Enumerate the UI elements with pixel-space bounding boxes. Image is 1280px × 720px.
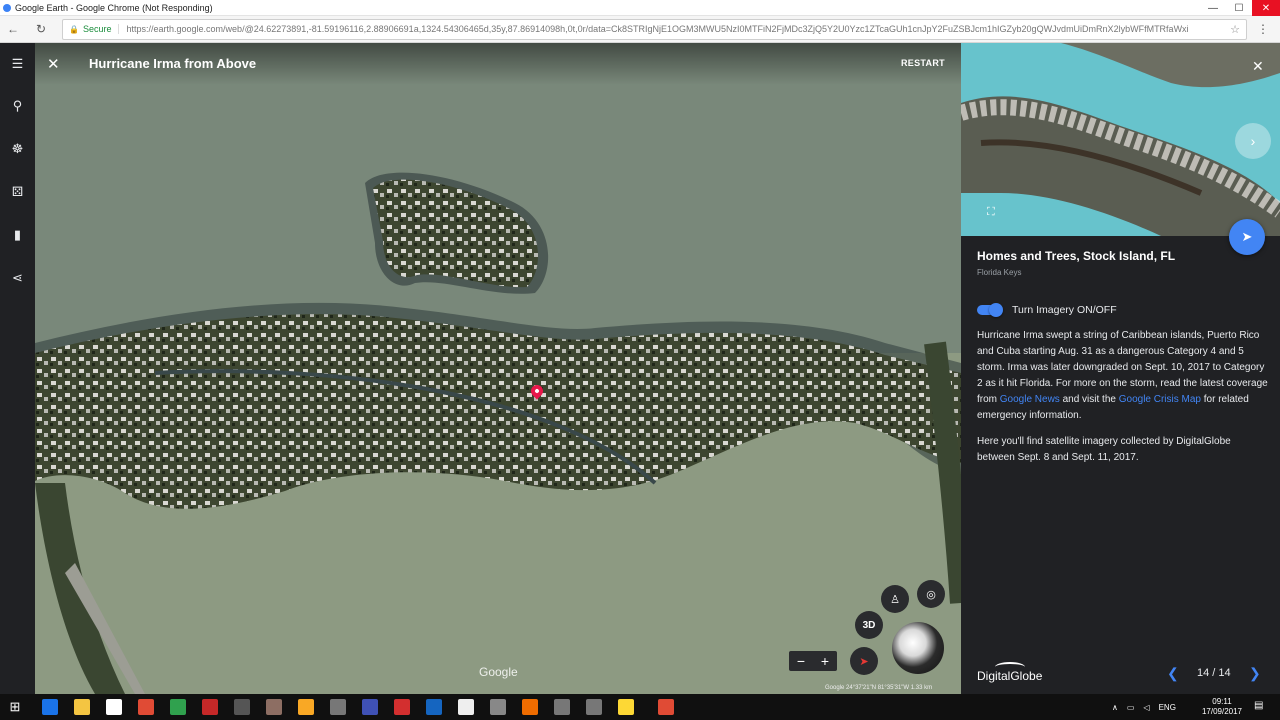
close-card-icon[interactable]: ✕ — [1252, 58, 1264, 75]
windows-start-icon[interactable]: ⊞ — [0, 694, 30, 720]
back-button[interactable]: ← — [4, 22, 22, 36]
menu-icon[interactable]: ☰ — [0, 52, 35, 76]
url-text[interactable]: https://earth.google.com/web/@24.6227389… — [127, 24, 1225, 34]
drive-icon[interactable] — [170, 699, 186, 715]
satellite-imagery — [35, 43, 961, 694]
window-titlebar: Google Earth - Google Chrome (Not Respon… — [0, 0, 1280, 16]
clock-date: 17/09/2017 — [1201, 707, 1243, 716]
card-footer: DigitalGlobe ❮ 14 / 14 ❯ — [961, 653, 1280, 694]
app-icon[interactable] — [266, 699, 282, 715]
restart-button[interactable]: RESTART — [901, 58, 945, 68]
volume-icon[interactable]: ◁ — [1143, 703, 1149, 712]
globe-icon[interactable] — [892, 622, 944, 674]
satellite-map[interactable]: ✕ Hurricane Irma from Above RESTART ♙ ◎ … — [35, 43, 961, 694]
store-icon[interactable] — [106, 699, 122, 715]
clock-time: 09:11 — [1212, 697, 1232, 706]
photo-app-icon[interactable] — [298, 699, 314, 715]
address-bar[interactable]: 🔒 Secure https://earth.google.com/web/@2… — [62, 18, 1247, 40]
app-icon[interactable] — [330, 699, 346, 715]
minimize-button[interactable]: — — [1200, 0, 1226, 16]
close-tour-icon[interactable]: ✕ — [47, 55, 60, 73]
aerial-photo — [961, 43, 1280, 236]
place-title: Homes and Trees, Stock Island, FL — [977, 249, 1176, 263]
place-subtitle: Florida Keys — [977, 268, 1022, 277]
app-icon[interactable] — [586, 699, 602, 715]
secure-label: Secure — [83, 24, 119, 34]
system-tray: ∧ ▭ ◁ ENG — [1112, 694, 1185, 720]
pegman-icon[interactable]: ♙ — [881, 585, 909, 613]
window-controls: — ☐ ✕ — [1200, 0, 1280, 16]
tray-chevron-icon[interactable]: ∧ — [1112, 703, 1118, 712]
next-slide-button[interactable]: ❯ — [1249, 665, 1261, 682]
chrome-active-icon[interactable] — [658, 699, 674, 715]
feeling-lucky-icon[interactable]: ⚄ — [0, 180, 35, 204]
map-attribution: Google 24°37'21"N 81°35'31"W 1.33 km — [825, 685, 933, 691]
share-fab-icon[interactable]: ➤ — [1229, 219, 1265, 255]
bookmark-star-icon[interactable]: ☆ — [1230, 23, 1240, 36]
tour-title: Hurricane Irma from Above — [89, 56, 257, 71]
app-icon[interactable] — [490, 699, 506, 715]
chrome-menu-icon[interactable]: ⋮ — [1257, 22, 1269, 36]
windows-taskbar: ⊞ ∧ ▭ ◁ ENG 09:11 17/09/2017 ▤ — [0, 694, 1280, 720]
place-description: Hurricane Irma swept a string of Caribbe… — [977, 328, 1271, 466]
maximize-button[interactable]: ☐ — [1226, 0, 1252, 16]
previous-slide-button[interactable]: ❮ — [1167, 665, 1179, 682]
settings-icon[interactable] — [234, 699, 250, 715]
app-icon[interactable] — [362, 699, 378, 715]
edge-icon[interactable] — [42, 699, 58, 715]
notes-icon[interactable] — [618, 699, 634, 715]
description-paragraph: Hurricane Irma swept a string of Caribbe… — [977, 328, 1271, 424]
search-icon[interactable]: ⚲ — [0, 94, 35, 118]
voyager-icon[interactable]: ☸ — [0, 137, 35, 161]
imagery-toggle-label: Turn Imagery ON/OFF — [1012, 304, 1117, 316]
app-icon[interactable] — [554, 699, 570, 715]
next-photo-button[interactable]: › — [1235, 123, 1271, 159]
share-icon[interactable]: ⋖ — [0, 266, 35, 290]
slide-counter: 14 / 14 — [1197, 667, 1231, 679]
google-earth-app: ☰ ⚲ ☸ ⚄ ▮ ⋖ ✕ Hurricane Irma from Above … — [0, 43, 1280, 694]
knowledge-card: ✕ › ⛶ ➤ Homes and Trees, Stock Island, F… — [961, 43, 1280, 694]
clock[interactable]: 09:11 17/09/2017 — [1198, 697, 1246, 717]
notifications-icon[interactable]: ▤ — [1254, 700, 1263, 711]
description-paragraph: Here you'll find satellite imagery colle… — [977, 436, 1231, 463]
my-location-icon[interactable]: ◎ — [917, 580, 945, 608]
google-crisis-map-link[interactable]: Google Crisis Map — [1119, 394, 1201, 405]
left-rail: ☰ ⚲ ☸ ⚄ ▮ ⋖ — [0, 43, 35, 694]
app-icon[interactable] — [522, 699, 538, 715]
fullscreen-icon[interactable]: ⛶ — [987, 206, 995, 219]
chrome-icon[interactable] — [138, 699, 154, 715]
calculator-icon[interactable] — [458, 699, 474, 715]
browser-toolbar: ← ↻ 🔒 Secure https://earth.google.com/we… — [0, 16, 1280, 43]
compass-icon[interactable]: ➤ — [850, 647, 878, 675]
language-indicator[interactable]: ENG — [1159, 703, 1176, 712]
file-explorer-icon[interactable] — [74, 699, 90, 715]
zoom-in-button[interactable]: + — [813, 651, 837, 671]
network-icon[interactable]: ▭ — [1127, 703, 1135, 712]
lock-icon: 🔒 — [69, 24, 79, 34]
zoom-control: − + — [789, 651, 837, 671]
toggle-3d-button[interactable]: 3D — [855, 611, 883, 639]
reload-button[interactable]: ↻ — [32, 22, 50, 36]
zoom-out-button[interactable]: − — [789, 651, 813, 671]
imagery-toggle[interactable] — [977, 303, 1003, 317]
steam-icon[interactable] — [426, 699, 442, 715]
acrobat-icon[interactable] — [394, 699, 410, 715]
bookmark-icon[interactable]: ▮ — [0, 223, 35, 247]
google-earth-favicon-icon — [3, 3, 11, 12]
google-logo: Google — [479, 665, 518, 679]
place-photo: ✕ › ⛶ — [961, 43, 1280, 236]
description-text: and visit the — [1059, 394, 1119, 405]
window-title: Google Earth - Google Chrome (Not Respon… — [15, 2, 213, 13]
provider-logo: DigitalGlobe — [977, 669, 1043, 683]
close-window-button[interactable]: ✕ — [1252, 0, 1280, 16]
shield-icon[interactable] — [202, 699, 218, 715]
google-news-link[interactable]: Google News — [1000, 394, 1060, 405]
